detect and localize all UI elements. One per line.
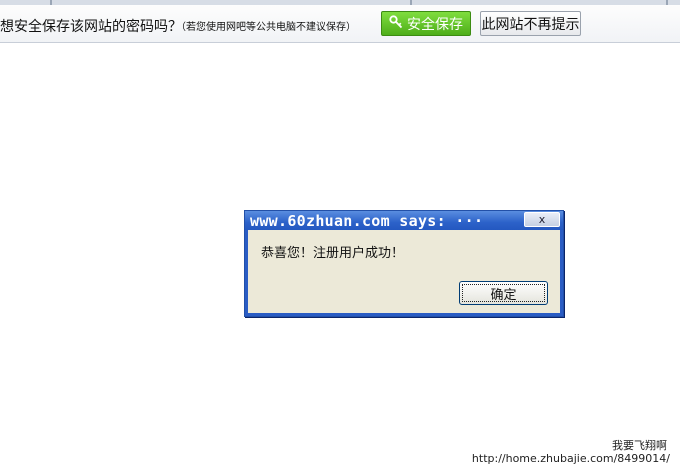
- dialog-titlebar[interactable]: www.60zhuan.com says: ··· x: [245, 211, 563, 230]
- save-password-question: 想安全保存该网站的密码吗？: [0, 19, 182, 35]
- dialog-message: 恭喜您！注册用户成功！: [261, 246, 405, 261]
- watermark-name: 我要飞翔啊: [612, 439, 667, 452]
- password-save-bar: 想安全保存该网站的密码吗？ （若您使用网吧等公共电脑不建议保存） 安全保存 此网…: [0, 5, 680, 43]
- safe-save-button[interactable]: 安全保存: [381, 11, 471, 36]
- dialog-title: www.60zhuan.com says: ···: [250, 212, 484, 230]
- key-icon: [389, 14, 403, 33]
- safe-save-label: 安全保存: [407, 16, 463, 33]
- dialog-frame-right: [560, 230, 563, 316]
- dialog-frame-bottom: [245, 313, 563, 316]
- watermark-url: http://home.zhubajie.com/8499014/: [471, 452, 670, 465]
- close-button[interactable]: x: [524, 212, 560, 227]
- alert-dialog: www.60zhuan.com says: ··· x 恭喜您！注册用户成功！ …: [244, 210, 564, 317]
- dialog-frame-left: [245, 230, 248, 316]
- close-icon: x: [538, 213, 546, 226]
- public-computer-note: （若您使用网吧等公共电脑不建议保存）: [176, 22, 356, 33]
- never-remind-button[interactable]: 此网站不再提示: [480, 11, 581, 36]
- ok-button[interactable]: 确定: [459, 281, 548, 305]
